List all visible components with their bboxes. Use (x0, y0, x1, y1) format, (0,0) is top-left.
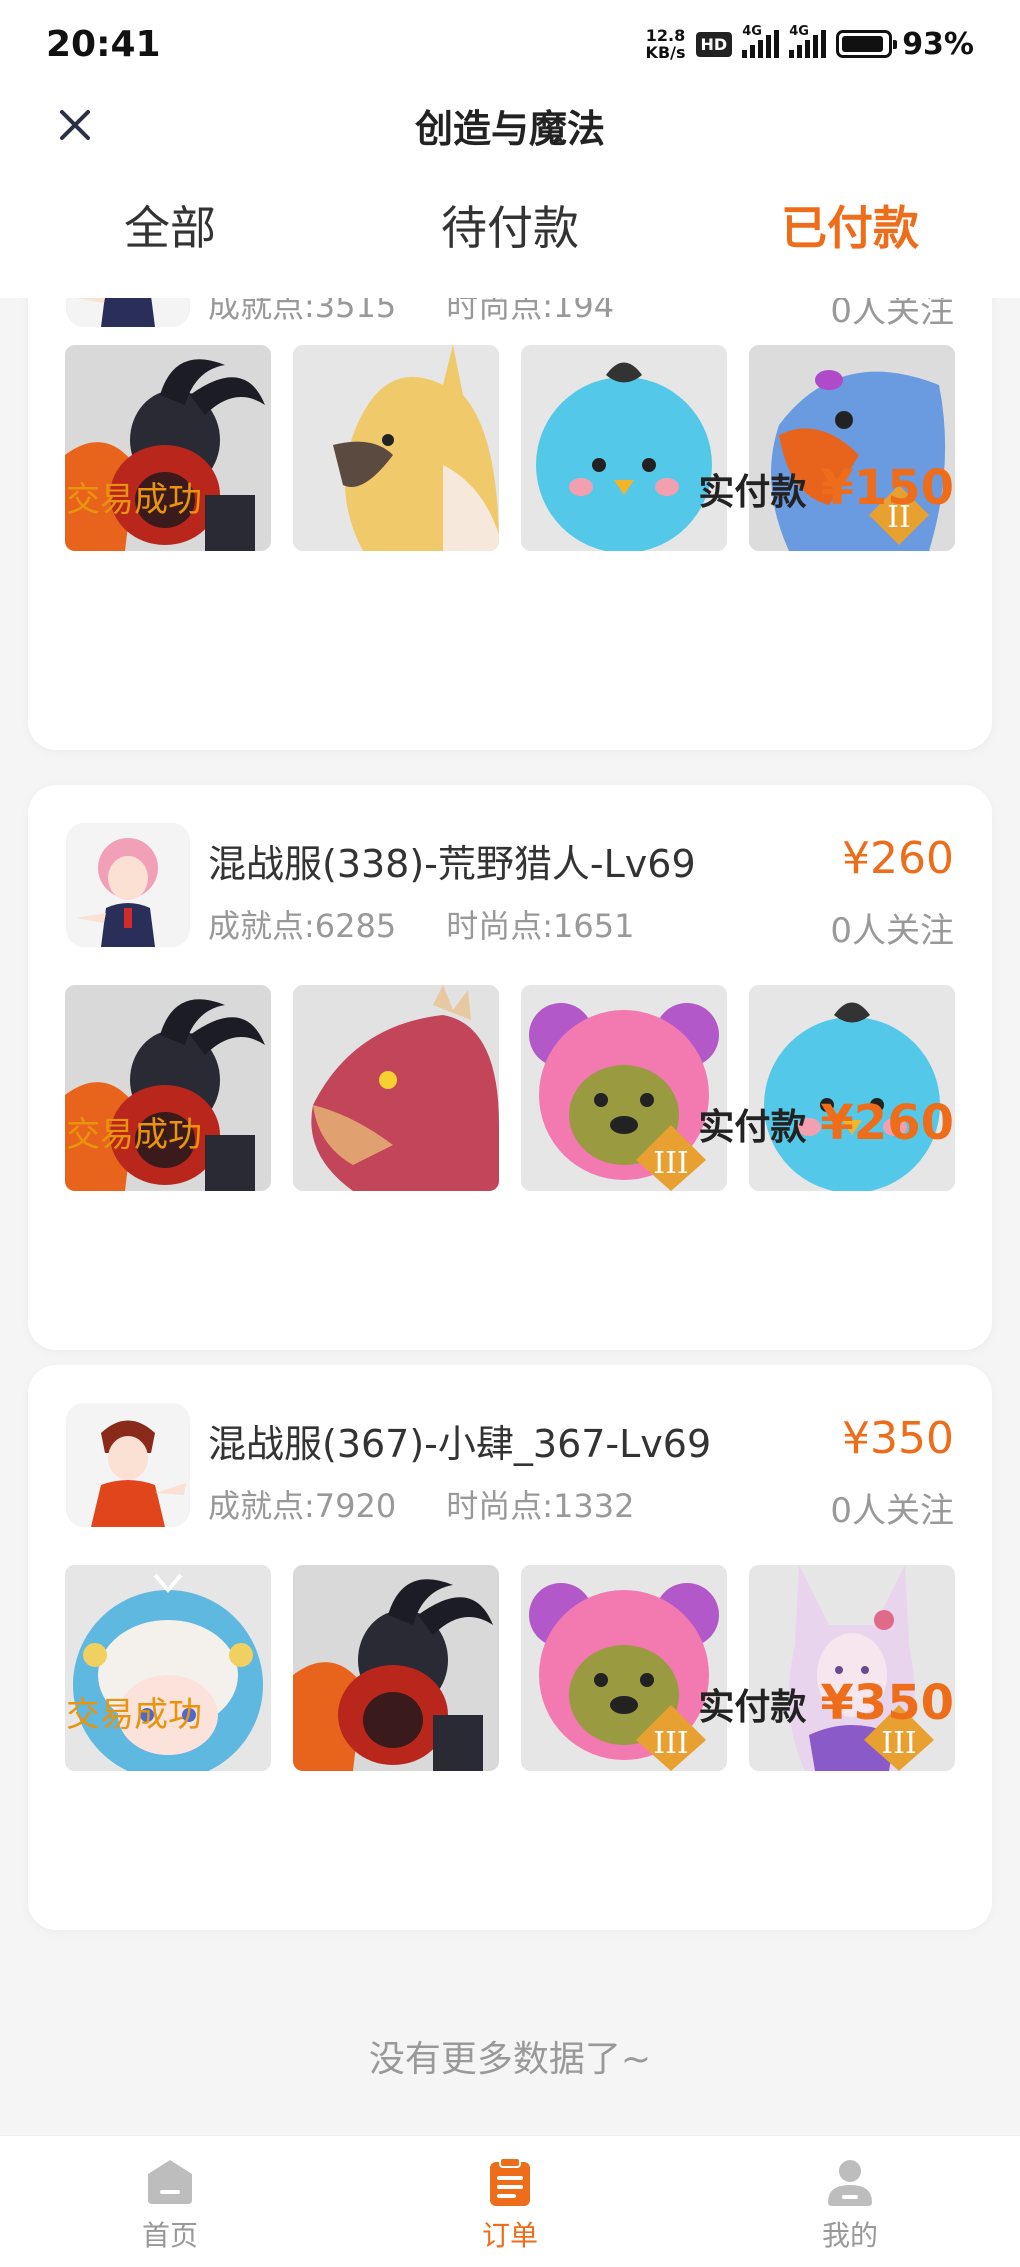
paid-amount-row: 实付款 ¥260 (698, 1095, 954, 1151)
tab-paid[interactable]: 已付款 (680, 188, 1020, 268)
achievement-points: 成就点:6285 (208, 907, 397, 945)
hd-badge: HD (695, 31, 733, 57)
achievement-points: 成就点:7920 (208, 1487, 397, 1525)
pet-thumbnails: III (65, 985, 955, 1191)
character-name: 混战服(338)-荒野猎人-Lv69 (208, 842, 696, 886)
tab-pending-payment[interactable]: 待付款 (340, 188, 680, 268)
character-avatar (66, 823, 190, 947)
profile-icon (828, 2160, 872, 2206)
status-time: 20:41 (46, 23, 161, 65)
black-goat-mount-thumbnail[interactable] (65, 985, 271, 1191)
signal-icon: 4G (742, 24, 780, 58)
svg-text:III: III (653, 1146, 689, 1181)
pink-bear-pet-thumbnail[interactable]: III (521, 1565, 727, 1771)
order-card[interactable]: 混战服(338)-荒野猎人-Lv69 ¥260 成就点:6285 时尚点:1651 0人… (28, 785, 992, 1350)
paid-amount: ¥150 (820, 460, 954, 516)
trade-status: 交易成功 (66, 480, 202, 520)
character-avatar (66, 1403, 190, 1527)
order-card[interactable]: 混战服(367)-小肆_367-Lv69 ¥350 成就点:7920 时尚点:1332… (28, 1365, 992, 1930)
cockatoo-pet-thumbnail[interactable] (293, 345, 499, 551)
trade-status: 交易成功 (66, 1115, 202, 1155)
listing-price: ¥350 (842, 1413, 954, 1464)
character-name: 混战服(367)-小肆_367-Lv69 (208, 1422, 712, 1466)
fashion-points: 时尚点:1332 (446, 1487, 635, 1525)
bottom-nav: 首页 订单 我的 (0, 2135, 1020, 2267)
header: 创造与魔法 全部 待付款 已付款 (0, 88, 1020, 298)
blue-eagle-pet-thumbnail[interactable]: II (749, 345, 955, 551)
character-stats: 成就点:7920 时尚点:1332 (208, 1481, 634, 1527)
follower-count: 0人关注 (830, 911, 954, 951)
nav-home[interactable]: 首页 (0, 2136, 340, 2267)
sheep-girl-pet-thumbnail[interactable] (65, 1565, 271, 1771)
paid-amount-row: 实付款 ¥350 (698, 1675, 954, 1731)
status-bar: 20:41 12.8 KB/s HD 4G 4G 93% (0, 0, 1020, 88)
battery-icon (836, 30, 898, 58)
svg-text:III: III (653, 1726, 689, 1761)
paid-amount: ¥260 (820, 1095, 954, 1151)
follower-count: 0人关注 (830, 1491, 954, 1531)
nav-profile[interactable]: 我的 (680, 2136, 1020, 2267)
blue-bird-pet-thumbnail[interactable] (521, 345, 727, 551)
page-title: 创造与魔法 (414, 107, 605, 151)
signal-icon: 4G (789, 24, 827, 58)
paid-label: 实付款 (698, 1687, 807, 1728)
paid-amount-row: 实付款 ¥150 (698, 460, 954, 516)
character-stats: 成就点:6285 时尚点:1651 (208, 901, 634, 947)
trade-status: 交易成功 (66, 1695, 202, 1735)
tab-all[interactable]: 全部 (0, 188, 340, 268)
paid-amount: ¥350 (820, 1675, 954, 1731)
pink-bear-pet-thumbnail[interactable]: III (521, 985, 727, 1191)
paid-label: 实付款 (698, 1107, 807, 1148)
order-icon (490, 2157, 530, 2206)
battery-percent: 93% (902, 26, 974, 62)
fox-fairy-pet-thumbnail[interactable]: III (749, 1565, 955, 1771)
order-tabs: 全部 待付款 已付款 (0, 188, 1020, 268)
blue-bird-pet-thumbnail[interactable] (749, 985, 955, 1191)
fashion-points: 时尚点:1651 (446, 907, 635, 945)
pink-dragon-pet-thumbnail[interactable] (293, 985, 499, 1191)
no-more-data: 没有更多数据了~ (368, 2039, 652, 2080)
net-speed: 12.8 KB/s (645, 26, 686, 62)
nav-orders[interactable]: 订单 (340, 2136, 680, 2267)
home-icon (148, 2160, 192, 2204)
pet-thumbnails: III III (65, 1565, 955, 1771)
black-goat-mount-thumbnail[interactable] (293, 1565, 499, 1771)
svg-text:III: III (881, 1726, 917, 1761)
paid-label: 实付款 (698, 472, 807, 513)
listing-price: ¥260 (842, 833, 954, 884)
status-indicators: 12.8 KB/s HD 4G 4G 93% (645, 24, 974, 62)
